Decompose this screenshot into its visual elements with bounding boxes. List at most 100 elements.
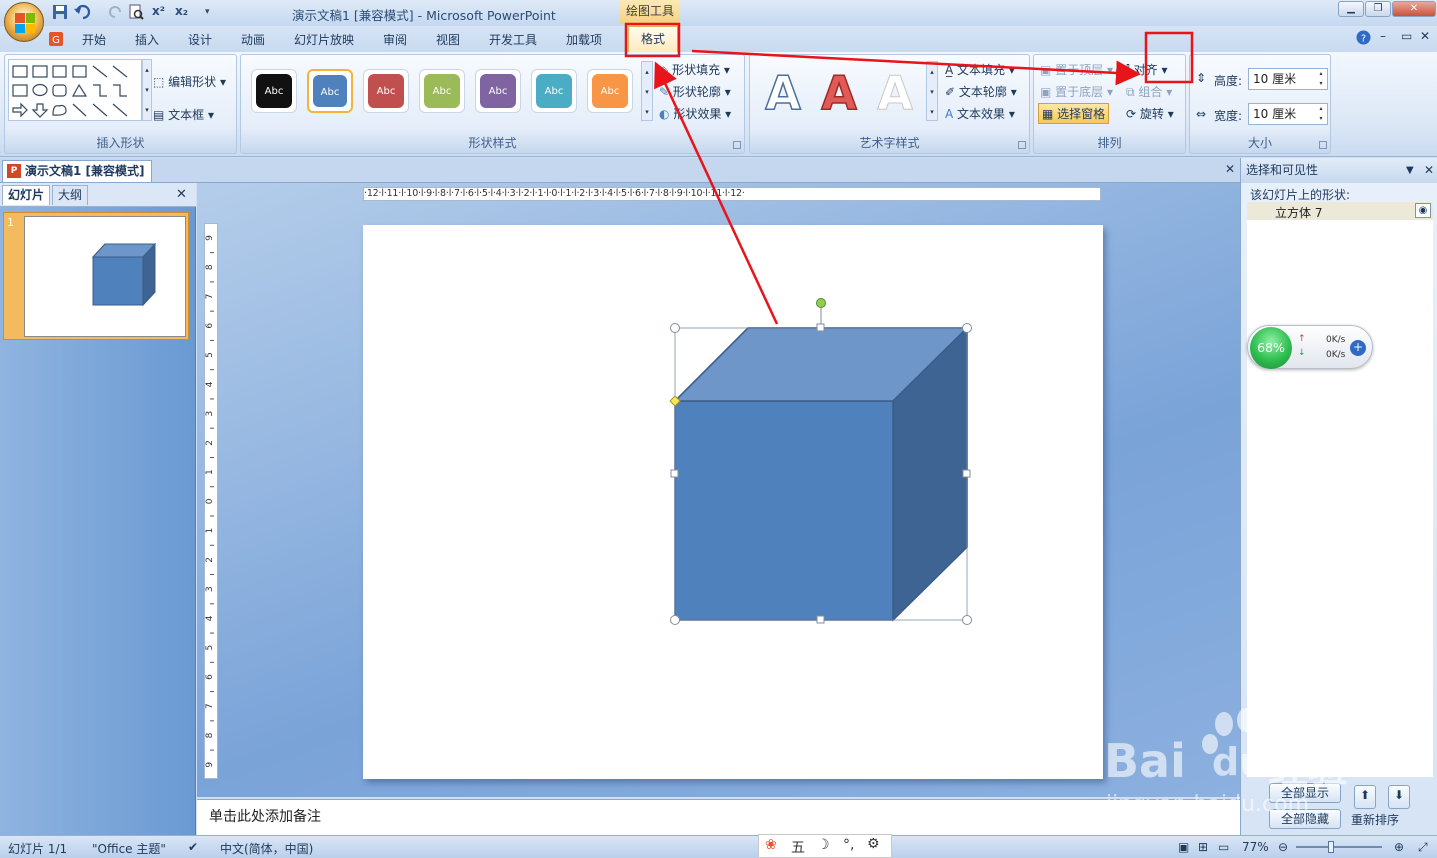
zoom-out-icon[interactable]: ⊖ bbox=[1278, 840, 1288, 854]
tab-view[interactable]: 视图 bbox=[436, 31, 460, 48]
upload-arrow-icon: ↑ bbox=[1298, 334, 1306, 344]
customize-qat-icon[interactable]: ▾ bbox=[205, 7, 210, 25]
zoom-level[interactable]: 77% bbox=[1242, 840, 1269, 854]
tab-animation[interactable]: 动画 bbox=[241, 31, 265, 48]
spellcheck-icon[interactable]: ✔ bbox=[188, 840, 198, 854]
tab-home[interactable]: 开始 bbox=[82, 31, 106, 48]
shape-style-swatch[interactable]: Abc bbox=[251, 69, 297, 113]
shape-effects-button[interactable]: ◐ 形状效果 ▾ bbox=[659, 105, 731, 122]
text-fill-button[interactable]: A̲ 文本填充 ▾ bbox=[945, 61, 1015, 78]
list-item[interactable]: 立方体 7 ◉ bbox=[1247, 202, 1433, 220]
width-input[interactable]: 10 厘米 ▴ ▾ bbox=[1248, 103, 1328, 125]
rotate-button[interactable]: ⟳ 旋转 ▾ bbox=[1126, 105, 1174, 122]
style-gallery-scroll[interactable]: ▴ ▾ ▾ bbox=[641, 61, 653, 121]
close-pane-icon[interactable]: ✕ bbox=[1424, 158, 1434, 183]
help-icon[interactable]: G bbox=[48, 31, 64, 50]
resize-handle-bottom-left[interactable] bbox=[670, 615, 680, 625]
text-effects-button[interactable]: A 文本效果 ▾ bbox=[945, 105, 1015, 122]
tab-outline[interactable]: 大纲 bbox=[52, 185, 89, 205]
selection-pane-button[interactable]: ▦ 选择窗格 bbox=[1038, 103, 1110, 124]
resize-handle-bottom[interactable] bbox=[816, 615, 825, 624]
rotation-handle[interactable] bbox=[816, 298, 826, 308]
settings-gear-icon[interactable]: ⚙ bbox=[867, 836, 880, 852]
redo-icon[interactable] bbox=[108, 4, 124, 22]
wordart-style-outline[interactable]: A bbox=[758, 65, 808, 121]
fit-window-icon[interactable]: ⤢ bbox=[1418, 840, 1428, 855]
shape-style-swatch[interactable]: Abc bbox=[363, 69, 409, 113]
cube-shape[interactable] bbox=[673, 326, 969, 622]
close-window-button[interactable]: ✕ bbox=[1392, 1, 1436, 17]
shape-outline-button[interactable]: ✎ 形状轮廓 ▾ bbox=[659, 83, 731, 100]
group-button[interactable]: ⧉ 组合 ▾ bbox=[1126, 83, 1172, 100]
resize-handle-top-left[interactable] bbox=[670, 323, 680, 333]
slide-canvas[interactable] bbox=[363, 225, 1103, 779]
tab-design[interactable]: 设计 bbox=[188, 31, 212, 48]
shape-fill-button[interactable]: ◈ 形状填充 ▾ bbox=[659, 61, 730, 78]
shape-style-swatch[interactable]: Abc bbox=[419, 69, 465, 113]
document-tab[interactable]: P 演示文稿1 [兼容模式] bbox=[2, 160, 152, 182]
visibility-eye-icon[interactable]: ◉ bbox=[1415, 203, 1431, 218]
edit-shape-button[interactable]: ⬚ 编辑形状 ▾ bbox=[153, 73, 226, 90]
resize-handle-top-right[interactable] bbox=[962, 323, 972, 333]
undo-icon[interactable] bbox=[74, 4, 94, 22]
superscript-button[interactable]: x² bbox=[152, 4, 165, 22]
resize-handle-top[interactable] bbox=[816, 323, 825, 332]
help-circle-icon[interactable]: ? bbox=[1356, 30, 1371, 48]
network-speed-widget[interactable]: 68% ↑ ↓ 0K/s 0K/s + bbox=[1247, 325, 1373, 369]
print-preview-icon[interactable] bbox=[128, 4, 144, 22]
doc-restore-icon[interactable]: ▭ bbox=[1401, 29, 1412, 43]
shape-style-swatch[interactable]: Abc bbox=[307, 69, 353, 113]
paw-icon[interactable]: ❀ bbox=[765, 837, 777, 853]
slide-sorter-icon[interactable]: ⊞ bbox=[1198, 840, 1208, 854]
office-button[interactable] bbox=[4, 2, 44, 42]
notes-pane[interactable]: 单击此处添加备注 bbox=[197, 799, 1240, 835]
save-icon[interactable] bbox=[52, 4, 68, 22]
doc-minimize-icon[interactable]: – bbox=[1380, 29, 1386, 43]
doc-close-icon[interactable]: ✕ bbox=[1420, 29, 1430, 43]
pane-options-icon[interactable]: ▼ bbox=[1406, 158, 1414, 183]
minimize-button[interactable]: ▁ bbox=[1338, 1, 1364, 17]
tab-slides[interactable]: 幻灯片 bbox=[2, 185, 51, 205]
height-spinner-icon[interactable]: ▴ ▾ bbox=[1315, 69, 1327, 89]
shape-style-swatch[interactable]: Abc bbox=[475, 69, 521, 113]
shape-style-swatch[interactable]: Abc bbox=[531, 69, 577, 113]
text-outline-button[interactable]: ✐ 文本轮廓 ▾ bbox=[945, 83, 1017, 100]
resize-handle-bottom-right[interactable] bbox=[962, 615, 972, 625]
text-box-button[interactable]: ▤ 文本框 ▾ bbox=[153, 106, 214, 123]
tab-slideshow[interactable]: 幻灯片放映 bbox=[294, 31, 354, 48]
tab-addins[interactable]: 加载项 bbox=[566, 31, 602, 48]
moon-icon[interactable]: ☽ bbox=[817, 837, 830, 853]
wordart-gallery-scroll[interactable]: ▴ ▾ ▾ bbox=[926, 61, 938, 121]
restore-button[interactable]: ❐ bbox=[1365, 1, 1391, 17]
bring-to-front-button[interactable]: ▣ 置于顶层 ▾ bbox=[1040, 61, 1113, 78]
ime-mode[interactable]: 五 bbox=[791, 837, 805, 857]
shapes-gallery[interactable] bbox=[8, 59, 142, 121]
width-spinner-icon[interactable]: ▴ ▾ bbox=[1315, 104, 1327, 124]
close-doc-tab-icon[interactable]: ✕ bbox=[1225, 162, 1235, 176]
move-down-icon[interactable]: ⬇ bbox=[1388, 785, 1410, 809]
tab-review[interactable]: 审阅 bbox=[383, 31, 407, 48]
height-input[interactable]: 10 厘米 ▴ ▾ bbox=[1248, 68, 1328, 90]
shape-style-swatch[interactable]: Abc bbox=[587, 69, 633, 113]
align-button[interactable]: ⫿ 对齐 ▾ bbox=[1126, 61, 1168, 78]
resize-handle-left[interactable] bbox=[670, 469, 679, 478]
expand-plus-icon[interactable]: + bbox=[1350, 340, 1366, 356]
zoom-slider-thumb[interactable] bbox=[1328, 841, 1334, 853]
wordart-style-red[interactable]: A bbox=[814, 65, 864, 121]
close-panel-icon[interactable]: ✕ bbox=[176, 187, 187, 202]
tab-developer[interactable]: 开发工具 bbox=[489, 31, 537, 48]
wordart-style-white[interactable]: A bbox=[870, 65, 920, 121]
zoom-in-icon[interactable]: ⊕ bbox=[1394, 840, 1404, 854]
resize-handle-right[interactable] bbox=[962, 469, 971, 478]
normal-view-icon[interactable]: ▣ bbox=[1178, 840, 1189, 854]
zoom-slider[interactable] bbox=[1296, 841, 1382, 853]
send-to-back-button[interactable]: ▣ 置于底层 ▾ bbox=[1040, 83, 1113, 100]
slideshow-view-icon[interactable]: ▭ bbox=[1218, 840, 1229, 854]
slide-thumbnail[interactable] bbox=[24, 216, 186, 337]
subscript-button[interactable]: x₂ bbox=[175, 4, 188, 22]
punctuation-icon[interactable]: °, bbox=[843, 837, 854, 853]
language-indicator[interactable]: 中文(简体，中国) bbox=[220, 840, 313, 857]
tab-insert[interactable]: 插入 bbox=[135, 31, 159, 48]
slide-thumbnail-item[interactable]: 1 bbox=[3, 212, 189, 340]
shapes-gallery-scroll[interactable]: ▴ ▾ ▾ bbox=[142, 59, 152, 121]
